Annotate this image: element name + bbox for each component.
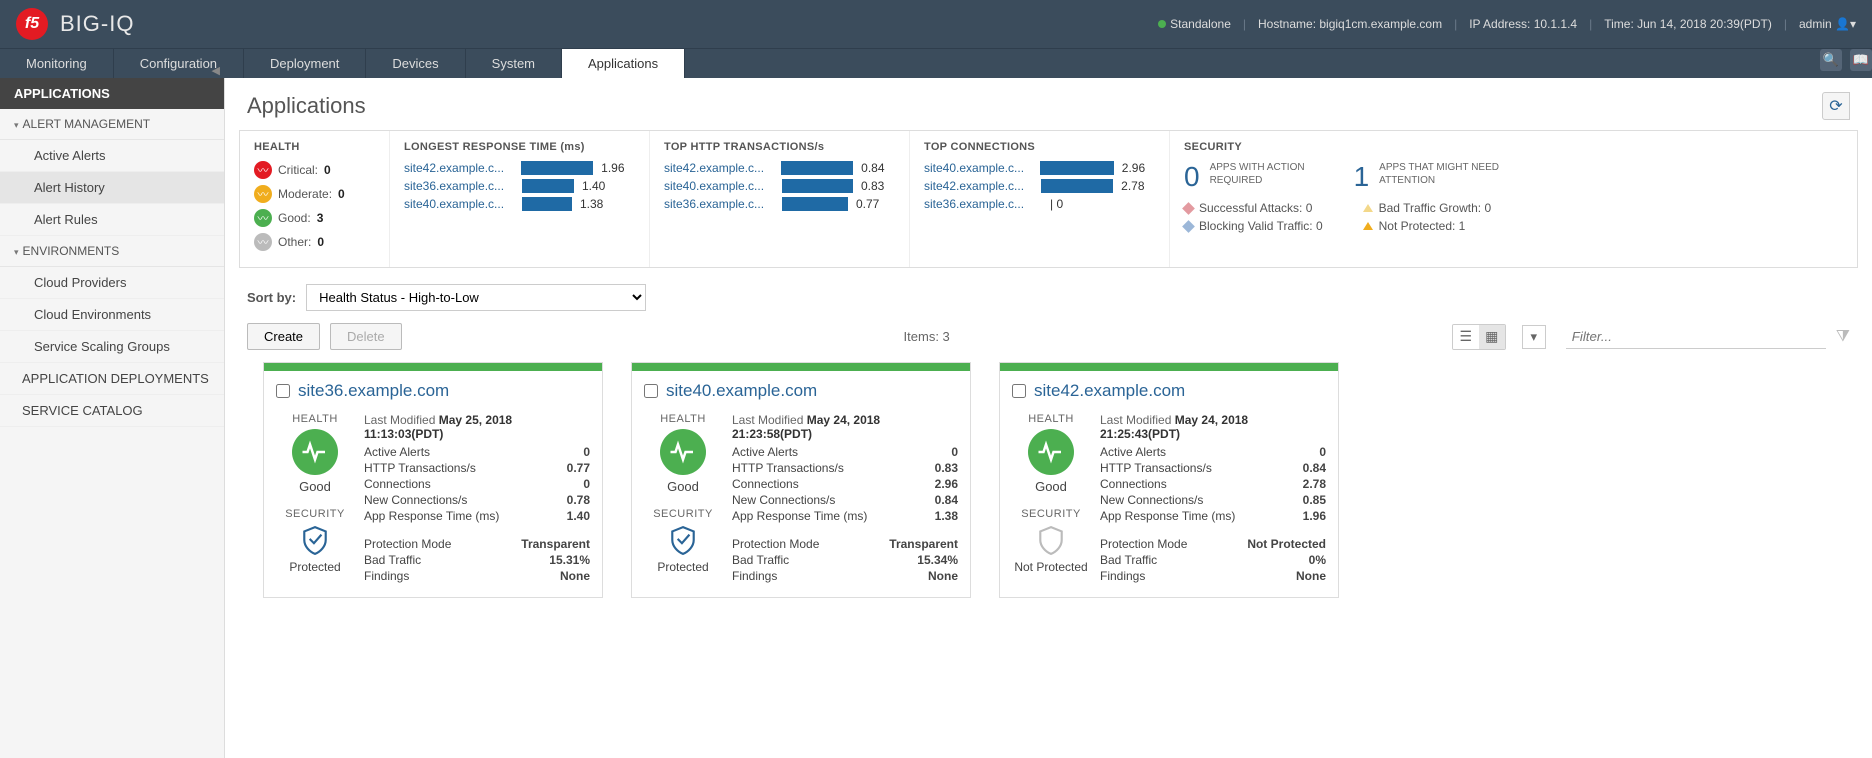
- bar-row[interactable]: site42.example.c...1.96: [404, 161, 635, 175]
- good-icon: 〰: [254, 209, 272, 227]
- bar-row[interactable]: site40.example.c...2.96: [924, 161, 1155, 175]
- critical-icon: 〰: [254, 161, 272, 179]
- card-title[interactable]: site42.example.com: [1034, 381, 1185, 401]
- page-title: Applications: [247, 93, 366, 119]
- bar-row[interactable]: site42.example.c...2.78: [924, 179, 1155, 193]
- tab-deployment[interactable]: Deployment: [244, 49, 366, 78]
- product-name: BIG-IQ: [60, 11, 134, 37]
- sidebar-section-env[interactable]: ENVIRONMENTS: [0, 236, 224, 267]
- health-header: HEALTH: [254, 141, 375, 153]
- sidebar-item-ssg[interactable]: Service Scaling Groups: [0, 331, 224, 363]
- triangle-icon: [1363, 204, 1373, 212]
- sidebar: ◀ APPLICATIONS ALERT MANAGEMENT Active A…: [0, 78, 225, 758]
- sec-action-count: 0: [1184, 161, 1200, 193]
- bar-row[interactable]: site36.example.c...| 0: [924, 197, 1155, 211]
- card-checkbox[interactable]: [644, 384, 658, 398]
- filter-icon[interactable]: ⧩: [1836, 328, 1850, 346]
- app-card[interactable]: site42.example.comHEALTHGoodSECURITYNot …: [999, 362, 1339, 598]
- sidebar-section-alert[interactable]: ALERT MANAGEMENT: [0, 109, 224, 140]
- summary-panel: HEALTH 〰Critical: 0 〰Moderate: 0 〰Good: …: [239, 130, 1858, 268]
- shield-icon: [301, 524, 329, 556]
- tab-monitoring[interactable]: Monitoring: [0, 49, 114, 78]
- tab-applications[interactable]: Applications: [562, 49, 685, 78]
- tab-configuration[interactable]: Configuration: [114, 49, 244, 78]
- bar-row[interactable]: site40.example.c...0.83: [664, 179, 895, 193]
- main-tabs: Monitoring Configuration Deployment Devi…: [0, 48, 1872, 78]
- health-icon: [1028, 429, 1074, 475]
- ip-address: 10.1.1.4: [1534, 17, 1577, 31]
- status-dot-icon: [1158, 20, 1166, 28]
- sort-select[interactable]: Health Status - High-to-Low: [306, 284, 646, 311]
- refresh-button[interactable]: ⟳: [1822, 92, 1850, 120]
- response-header: LONGEST RESPONSE TIME (ms): [404, 141, 635, 153]
- topbar: f5 BIG-IQ Standalone | Hostname: bigiq1c…: [0, 0, 1872, 48]
- triangle-icon: [1363, 222, 1373, 230]
- app-card[interactable]: site36.example.comHEALTHGoodSECURITYProt…: [263, 362, 603, 598]
- filter-dropdown[interactable]: ▾: [1522, 325, 1546, 349]
- moderate-icon: 〰: [254, 185, 272, 203]
- search-icon[interactable]: 🔍: [1820, 49, 1842, 71]
- filter-input[interactable]: [1566, 325, 1826, 349]
- sidebar-item-service-catalog[interactable]: SERVICE CATALOG: [0, 395, 224, 427]
- delete-button[interactable]: Delete: [330, 323, 402, 350]
- diamond-icon: [1182, 220, 1195, 233]
- sidebar-collapse-icon[interactable]: ◀: [212, 64, 220, 77]
- f5-logo: f5: [16, 8, 48, 40]
- card-checkbox[interactable]: [1012, 384, 1026, 398]
- tab-devices[interactable]: Devices: [366, 49, 465, 78]
- conn-header: TOP CONNECTIONS: [924, 141, 1155, 153]
- hostname: bigiq1cm.example.com: [1319, 17, 1442, 31]
- sidebar-item-app-deploy[interactable]: APPLICATION DEPLOYMENTS: [0, 363, 224, 395]
- sidebar-item-alert-rules[interactable]: Alert Rules: [0, 204, 224, 236]
- sidebar-item-active-alerts[interactable]: Active Alerts: [0, 140, 224, 172]
- sidebar-item-cloud-env[interactable]: Cloud Environments: [0, 299, 224, 331]
- shield-icon: [1037, 524, 1065, 556]
- sort-label: Sort by:: [247, 290, 296, 305]
- app-card[interactable]: site40.example.comHEALTHGoodSECURITYProt…: [631, 362, 971, 598]
- sidebar-item-alert-history[interactable]: Alert History: [0, 172, 224, 204]
- status-text: Standalone: [1170, 17, 1231, 31]
- bar-row[interactable]: site36.example.c...0.77: [664, 197, 895, 211]
- sidebar-item-cloud-providers[interactable]: Cloud Providers: [0, 267, 224, 299]
- tab-system[interactable]: System: [466, 49, 562, 78]
- user-menu[interactable]: admin 👤▾: [1799, 17, 1856, 31]
- health-icon: [660, 429, 706, 475]
- items-count: Items: 3: [904, 329, 950, 344]
- shield-icon: [669, 524, 697, 556]
- help-icon[interactable]: 📖: [1850, 49, 1872, 71]
- create-button[interactable]: Create: [247, 323, 320, 350]
- card-checkbox[interactable]: [276, 384, 290, 398]
- grid-view-icon[interactable]: ▦: [1479, 325, 1505, 349]
- bar-row[interactable]: site40.example.c...1.38: [404, 197, 635, 211]
- health-icon: [292, 429, 338, 475]
- http-header: TOP HTTP TRANSACTIONS/s: [664, 141, 895, 153]
- sec-attention-count: 1: [1354, 161, 1370, 193]
- sidebar-title[interactable]: APPLICATIONS: [0, 78, 224, 109]
- diamond-icon: [1182, 202, 1195, 215]
- security-header: SECURITY: [1184, 141, 1843, 153]
- list-view-icon[interactable]: ☰: [1453, 325, 1479, 349]
- card-title[interactable]: site36.example.com: [298, 381, 449, 401]
- other-icon: 〰: [254, 233, 272, 251]
- bar-row[interactable]: site42.example.c...0.84: [664, 161, 895, 175]
- time: Jun 14, 2018 20:39(PDT): [1637, 17, 1772, 31]
- bar-row[interactable]: site36.example.c...1.40: [404, 179, 635, 193]
- card-title[interactable]: site40.example.com: [666, 381, 817, 401]
